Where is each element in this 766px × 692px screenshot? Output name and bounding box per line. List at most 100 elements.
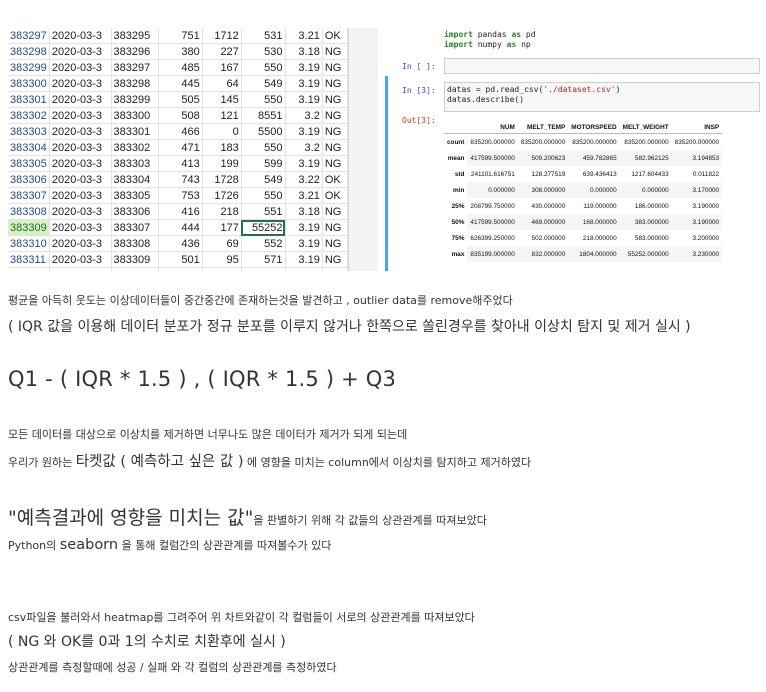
excel-cell[interactable]: 383306 (8, 171, 50, 188)
excel-cell[interactable]: 549 (241, 75, 286, 92)
excel-cell[interactable]: NG (322, 203, 348, 220)
excel-cell[interactable]: 599 (241, 155, 286, 172)
excel-cell[interactable]: NG (322, 123, 348, 140)
excel-cell[interactable]: 383308 (111, 235, 159, 252)
excel-cell[interactable]: 751 (158, 28, 203, 44)
excel-cell[interactable]: 55252 (241, 219, 286, 236)
excel-cell[interactable]: NG (322, 91, 348, 108)
excel-cell[interactable]: 2020-03-3 (49, 28, 112, 44)
excel-cell[interactable]: 413 (158, 155, 203, 172)
excel-row[interactable]: 383307 2020-03-3 383305 753 1726 550 3.21 OK (8, 187, 348, 204)
excel-row[interactable]: 383300 2020-03-3 383298 445 64 549 3.19 NG (8, 75, 348, 92)
excel-cell[interactable]: 383300 (111, 107, 159, 124)
excel-cell[interactable]: 133 (202, 267, 242, 271)
excel-cell[interactable]: 383310 (111, 267, 159, 271)
excel-cell[interactable]: 505 (158, 91, 203, 108)
excel-cell[interactable]: 383311 (8, 251, 50, 268)
excel-row[interactable]: 383304 2020-03-3 383302 471 183 550 3.2 NG (8, 139, 348, 156)
excel-cell[interactable]: 383302 (8, 107, 50, 124)
excel-cell[interactable]: 2020-03-3 (49, 123, 112, 140)
excel-cell[interactable]: 383303 (8, 123, 50, 140)
excel-cell[interactable]: 3.18 (285, 203, 323, 220)
excel-row[interactable]: 383303 2020-03-3 383301 466 0 5500 3.19 NG (8, 123, 348, 140)
excel-cell[interactable]: NG (322, 59, 348, 76)
excel-row[interactable]: 383302 2020-03-3 383300 508 121 8551 3.2 NG (8, 107, 348, 124)
excel-cell[interactable]: 2020-03-3 (49, 187, 112, 204)
excel-cell[interactable]: 383302 (111, 139, 159, 156)
excel-cell[interactable]: 3.19 (285, 219, 323, 236)
excel-cell[interactable]: 549 (241, 171, 286, 188)
excel-cell[interactable]: 501 (158, 251, 203, 268)
excel-cell[interactable]: NG (322, 155, 348, 172)
excel-cell[interactable]: 1728 (202, 171, 242, 188)
excel-cell[interactable]: 1712 (202, 28, 242, 44)
excel-cell[interactable]: 2020-03-3 (49, 59, 112, 76)
excel-cell[interactable]: 145 (202, 91, 242, 108)
excel-cell[interactable]: 2020-03-3 (49, 251, 112, 268)
excel-cell[interactable]: 3.2 (285, 139, 323, 156)
excel-row[interactable]: 383306 2020-03-3 383304 743 1728 549 3.22 OK (8, 171, 348, 188)
excel-cell[interactable]: 3.22 (285, 171, 323, 188)
excel-cell[interactable]: 3.19 (285, 235, 323, 252)
excel-cell[interactable]: 3.19 (285, 251, 323, 268)
excel-cell[interactable]: 551 (241, 203, 286, 220)
excel-cell[interactable]: 383308 (8, 203, 50, 220)
excel-cell[interactable]: 1726 (202, 187, 242, 204)
excel-cell[interactable]: 2020-03-3 (49, 203, 112, 220)
excel-cell[interactable]: NG (322, 43, 348, 60)
excel-row[interactable]: 383299 2020-03-3 383297 485 167 550 3.19 NG (8, 59, 348, 76)
excel-cell[interactable]: 383309 (111, 251, 159, 268)
excel-cell[interactable]: 383305 (8, 155, 50, 172)
excel-cell[interactable]: 8551 (241, 107, 286, 124)
excel-cell[interactable]: 383299 (8, 59, 50, 76)
excel-row[interactable]: 383297 2020-03-3 383295 751 1712 531 3.21 OK (8, 28, 348, 44)
excel-cell[interactable]: 552 (241, 235, 286, 252)
excel-cell[interactable]: 3.19 (285, 75, 323, 92)
excel-cell[interactable]: 383305 (111, 187, 159, 204)
excel-cell[interactable]: 183 (202, 139, 242, 156)
excel-cell[interactable]: 3.21 (285, 28, 323, 44)
excel-row[interactable]: 3833122020-03-33833104881335723.19NG (8, 267, 348, 271)
excel-cell[interactable]: 3.19 (285, 155, 323, 172)
excel-cell[interactable]: 383310 (8, 235, 50, 252)
excel-cell[interactable]: 199 (202, 155, 242, 172)
excel-cell[interactable]: OK (322, 171, 348, 188)
excel-row[interactable]: 383305 2020-03-3 383303 413 199 599 3.19 NG (8, 155, 348, 172)
excel-cell[interactable]: 380 (158, 43, 203, 60)
excel-cell[interactable]: 383297 (111, 59, 159, 76)
excel-cell[interactable]: 5500 (241, 123, 286, 140)
excel-cell[interactable]: 550 (241, 187, 286, 204)
excel-cell[interactable]: 383297 (8, 28, 50, 44)
excel-cell[interactable]: 383295 (111, 28, 159, 44)
excel-cell[interactable]: 383301 (8, 91, 50, 108)
excel-cell[interactable]: 488 (158, 267, 203, 271)
excel-cell[interactable]: NG (322, 219, 348, 236)
excel-cell[interactable]: 383307 (111, 219, 159, 236)
excel-cell[interactable]: 2020-03-3 (49, 155, 112, 172)
excel-cell[interactable]: 2020-03-3 (49, 219, 112, 236)
excel-cell[interactable]: 2020-03-3 (49, 43, 112, 60)
excel-cell[interactable]: 550 (241, 91, 286, 108)
excel-cell[interactable]: 3.18 (285, 43, 323, 60)
excel-cell[interactable]: 383304 (111, 171, 159, 188)
excel-cell[interactable]: OK (322, 28, 348, 44)
excel-cell[interactable]: OK (322, 187, 348, 204)
excel-cell[interactable]: 416 (158, 203, 203, 220)
read-csv-code-cell[interactable]: datas = pd.read_csv('./dataset.csv') dat… (444, 82, 760, 112)
excel-cell[interactable]: 444 (158, 219, 203, 236)
excel-cell[interactable]: 471 (158, 139, 203, 156)
excel-cell[interactable]: 95 (202, 251, 242, 268)
excel-cell[interactable]: NG (322, 107, 348, 124)
excel-row[interactable]: 383308 2020-03-3 383306 416 218 551 3.18 NG (8, 203, 348, 220)
excel-cell[interactable]: 743 (158, 171, 203, 188)
excel-cell[interactable]: 383306 (111, 203, 159, 220)
excel-cell[interactable]: 530 (241, 43, 286, 60)
excel-cell[interactable]: 572 (241, 267, 286, 271)
excel-cell[interactable]: 2020-03-3 (49, 267, 112, 271)
excel-cell[interactable]: 177 (202, 219, 242, 236)
excel-row[interactable]: 383309 2020-03-3 383307 444 177 55252 3.19 NG (8, 219, 348, 236)
excel-cell[interactable]: 383307 (8, 187, 50, 204)
excel-cell[interactable]: 2020-03-3 (49, 75, 112, 92)
excel-cell[interactable]: 3.19 (285, 59, 323, 76)
excel-cell[interactable]: 383298 (111, 75, 159, 92)
